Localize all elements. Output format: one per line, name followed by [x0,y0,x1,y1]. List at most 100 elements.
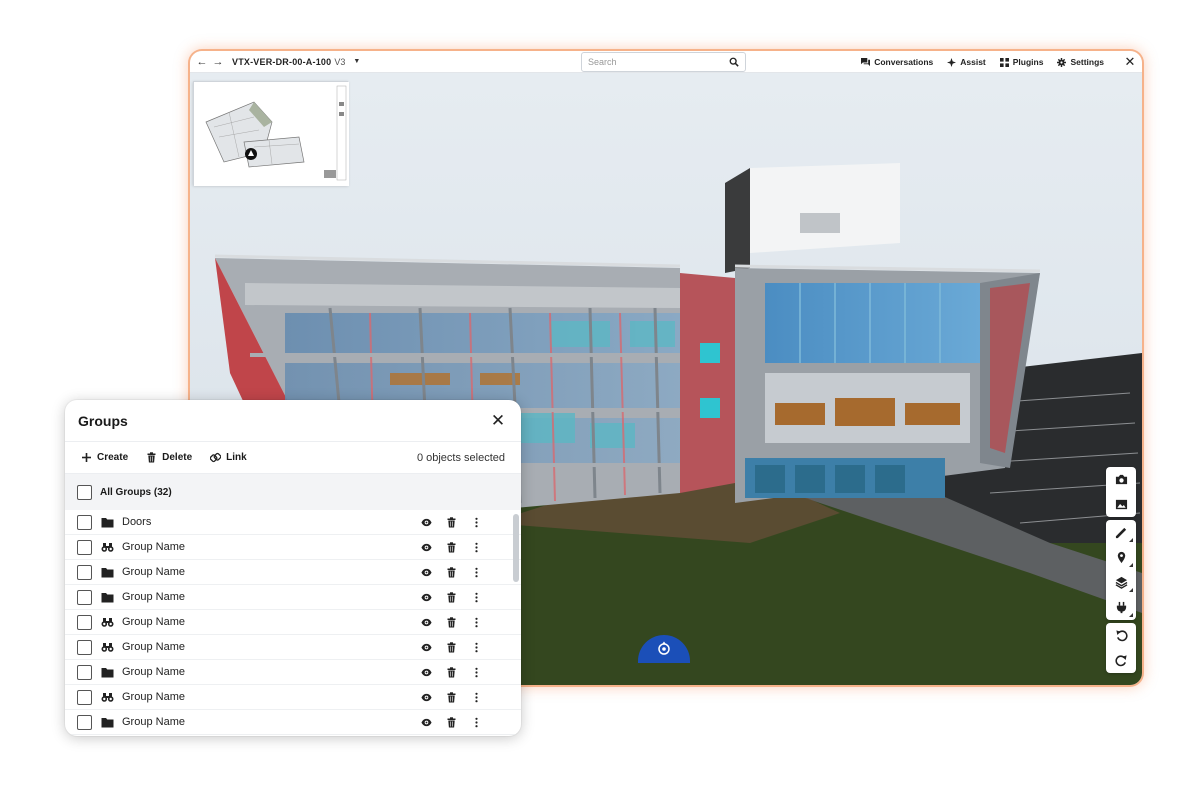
visibility-eye-icon[interactable] [414,642,439,653]
groups-header: Groups ✕ [65,400,521,442]
binoculars-icon [100,691,114,703]
visibility-eye-icon[interactable] [414,717,439,728]
conversations-label: Conversations [874,57,934,67]
group-checkbox[interactable] [77,714,92,730]
search-input[interactable]: Search [581,52,746,72]
grid-icon [999,57,1009,67]
group-checkbox[interactable] [77,639,92,655]
visibility-eye-icon[interactable] [414,542,439,553]
list-item[interactable]: Doors [65,510,521,535]
groups-title: Groups [78,412,128,429]
trash-icon [147,452,156,463]
trash-icon[interactable] [439,616,464,628]
group-checkbox[interactable] [77,614,92,630]
group-name: Group Name [122,641,185,653]
visibility-eye-icon[interactable] [414,692,439,703]
all-groups-label: All Groups (32) [100,486,172,498]
create-group-button[interactable]: Create [81,452,128,463]
group-checkbox[interactable] [77,539,92,555]
plugins-label: Plugins [1012,57,1044,67]
camera-icon[interactable] [1106,467,1136,492]
more-options-icon[interactable] [464,692,489,703]
more-options-icon[interactable] [464,642,489,653]
trash-icon[interactable] [439,666,464,678]
more-options-icon[interactable] [464,617,489,628]
conversations-button[interactable]: Conversations [861,57,933,67]
group-checkbox[interactable] [77,589,92,605]
trash-icon[interactable] [439,716,464,728]
back-arrow-icon[interactable]: ← [194,53,210,71]
capture-tools [1106,467,1136,517]
folder-icon [100,716,114,728]
all-groups-checkbox[interactable] [77,484,92,500]
trash-icon[interactable] [439,516,464,528]
more-options-icon[interactable] [464,517,489,528]
settings-label: Settings [1070,57,1104,67]
groups-list: Doors Group Name Group Name Group Name G… [65,510,521,736]
history-tools [1106,623,1136,673]
visibility-eye-icon[interactable] [414,517,439,528]
link-icon [210,452,222,463]
document-version[interactable]: V3 [334,57,345,67]
more-options-icon[interactable] [464,567,489,578]
search-icon [729,57,739,67]
document-title[interactable]: VTX-VER-DR-00-A-100 [232,57,331,67]
trash-icon[interactable] [439,641,464,653]
group-checkbox[interactable] [77,514,92,530]
list-item[interactable]: Group Name [65,560,521,585]
group-checkbox[interactable] [77,564,92,580]
group-name: Doors [122,516,152,528]
plug-icon[interactable] [1106,595,1136,620]
group-name: Group Name [122,666,185,678]
list-item[interactable]: Group Name [65,535,521,560]
link-group-button[interactable]: Link [210,452,247,463]
list-item[interactable]: Group Name [65,685,521,710]
gear-icon [1057,57,1067,67]
trash-icon[interactable] [439,566,464,578]
trash-icon[interactable] [439,591,464,603]
list-item[interactable]: Group Name [65,610,521,635]
more-options-icon[interactable] [464,667,489,678]
selection-count: 0 objects selected [416,451,505,464]
trash-icon[interactable] [439,691,464,703]
list-item[interactable]: Group Name [65,585,521,610]
close-viewer-icon[interactable]: ✕ [1118,51,1142,73]
list-item[interactable]: Group Name [65,635,521,660]
more-options-icon[interactable] [464,592,489,603]
more-options-icon[interactable] [464,717,489,728]
close-groups-icon[interactable]: ✕ [488,411,508,431]
visibility-eye-icon[interactable] [414,667,439,678]
all-groups-row[interactable]: All Groups (32) [65,474,521,510]
folder-icon [100,591,114,603]
group-checkbox[interactable] [77,689,92,705]
visibility-eye-icon[interactable] [414,617,439,628]
plugins-button[interactable]: Plugins [999,57,1044,67]
group-name: Group Name [122,566,185,578]
measure-icon[interactable] [1106,520,1136,545]
binoculars-icon [100,616,114,628]
layers-icon[interactable] [1106,570,1136,595]
delete-group-button[interactable]: Delete [146,452,192,463]
list-item[interactable]: Group Name [65,710,521,735]
list-item[interactable]: Group Name [65,660,521,685]
image-icon[interactable] [1106,492,1136,517]
group-name: Group Name [122,716,185,728]
more-options-icon[interactable] [464,542,489,553]
forward-arrow-icon[interactable]: → [210,53,226,71]
floorplan-minimap[interactable] [193,81,349,186]
assist-button[interactable]: Assist [947,57,986,67]
visibility-eye-icon[interactable] [414,567,439,578]
group-checkbox[interactable] [77,664,92,680]
top-actions: Conversations Assist Plugins Settings ✕ [861,51,1142,73]
list-scrollbar[interactable] [513,514,519,582]
group-name: Group Name [122,591,185,603]
location-pin-icon[interactable] [1106,545,1136,570]
visibility-eye-icon[interactable] [414,592,439,603]
undo-icon[interactable] [1106,623,1136,648]
assist-label: Assist [960,57,986,67]
trash-icon[interactable] [439,541,464,553]
version-dropdown-icon[interactable]: ▼ [353,58,360,65]
binoculars-icon [100,641,114,653]
settings-button[interactable]: Settings [1057,57,1104,67]
redo-icon[interactable] [1106,648,1136,673]
